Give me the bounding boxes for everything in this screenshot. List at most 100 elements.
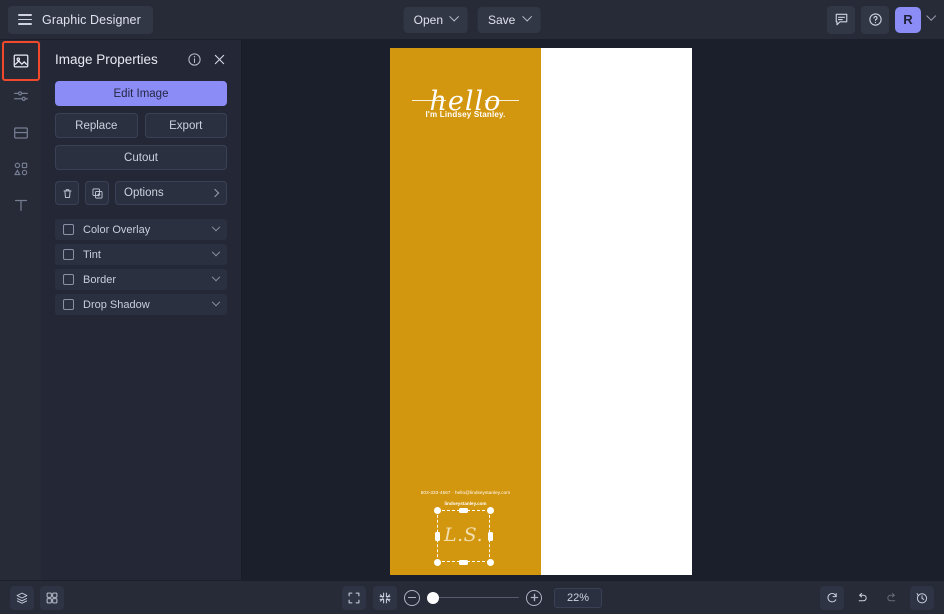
undo-button[interactable]: [850, 586, 874, 610]
options-label: Options: [124, 187, 164, 199]
refresh-button[interactable]: [820, 585, 844, 610]
history-button[interactable]: [910, 585, 934, 610]
accordion-color-overlay[interactable]: Color Overlay: [55, 219, 227, 240]
tint-checkbox[interactable]: [63, 249, 74, 260]
zoom-in-button[interactable]: [526, 589, 542, 606]
resize-handle-top-left[interactable]: [433, 506, 441, 514]
resize-handle-middle-left[interactable]: [434, 531, 440, 541]
resize-handle-bottom-right[interactable]: [486, 558, 494, 566]
app-window: Graphic Designer Open Save R Image Prope…: [0, 0, 944, 614]
open-button-label: Open: [413, 12, 443, 27]
history-controls: [820, 585, 934, 610]
document-stage: hello I'm Lindsey Stanley. 503-333-4567 …: [390, 48, 797, 575]
resize-handle-middle-right[interactable]: [487, 531, 493, 541]
canvas-area[interactable]: hello I'm Lindsey Stanley. 503-333-4567 …: [242, 40, 944, 580]
accordion-list: Color Overlay Tint Border Drop Shadow: [55, 219, 227, 315]
info-circle-icon[interactable]: [187, 52, 202, 67]
fit-to-screen-icon: [348, 592, 360, 603]
top-bar-right: R: [827, 5, 944, 34]
accordion-tint[interactable]: Tint: [55, 244, 227, 265]
zoom-out-button[interactable]: [404, 589, 420, 606]
top-bar-center: Open Save: [403, 6, 541, 33]
selected-logo-element[interactable]: L.S.: [433, 506, 494, 566]
contact-text[interactable]: 503-333-4567 · hello@lindseystanley.com: [390, 490, 541, 495]
logo-monogram-text: L.S.: [443, 523, 484, 546]
save-button[interactable]: Save: [478, 6, 541, 33]
accordion-label: Color Overlay: [83, 223, 151, 236]
sidebar-item-shapes[interactable]: [4, 154, 38, 184]
shrink-button[interactable]: [373, 585, 397, 610]
image-properties-panel: Image Properties Edit Image Replace Expo…: [41, 40, 242, 580]
resize-handle-top-center[interactable]: [459, 507, 468, 513]
duplicate-icon: [92, 188, 102, 198]
history-icon: [916, 592, 928, 603]
edit-image-button[interactable]: Edit Image: [55, 81, 227, 106]
panel-header-actions: [187, 52, 227, 67]
top-bar-left: Graphic Designer: [0, 5, 153, 34]
refresh-icon: [827, 592, 837, 602]
sidebar-item-image[interactable]: [4, 46, 38, 76]
close-x-icon[interactable]: [212, 52, 227, 67]
accordion-label: Tint: [83, 248, 101, 261]
grid-button[interactable]: [40, 585, 64, 610]
panel-title: Image Properties: [55, 52, 158, 67]
slider-track: [427, 596, 519, 599]
subtitle-text[interactable]: I'm Lindsey Stanley.: [390, 110, 541, 119]
app-menu-button[interactable]: Graphic Designer: [8, 5, 153, 34]
help-circle-icon: [868, 13, 882, 26]
slider-knob[interactable]: [427, 591, 439, 604]
page-front[interactable]: hello I'm Lindsey Stanley. 503-333-4567 …: [390, 48, 541, 575]
zoom-controls: 22%: [342, 585, 602, 610]
layers-icon: [16, 592, 28, 604]
sidebar-item-layout[interactable]: [4, 118, 38, 148]
replace-export-row: Replace Export: [55, 113, 227, 138]
account-chevron-down-icon[interactable]: [926, 11, 937, 21]
cutout-button[interactable]: Cutout: [55, 145, 227, 170]
object-tools-row: Options: [55, 181, 227, 205]
sidebar-item-text[interactable]: [4, 190, 38, 220]
main-body: Image Properties Edit Image Replace Expo…: [0, 40, 944, 580]
sliders-icon: [13, 91, 28, 101]
hamburger-icon: [18, 14, 32, 25]
chevron-right-icon: [210, 188, 220, 198]
duplicate-button[interactable]: [85, 181, 109, 205]
border-checkbox[interactable]: [63, 274, 74, 285]
options-button[interactable]: Options: [115, 181, 227, 205]
resize-handle-top-right[interactable]: [486, 506, 494, 514]
shapes-icon: [13, 162, 27, 176]
grid-icon: [46, 592, 58, 603]
chevron-down-icon[interactable]: [211, 247, 221, 256]
avatar[interactable]: R: [895, 6, 921, 33]
app-title: Graphic Designer: [42, 12, 141, 27]
chevron-down-icon: [449, 11, 460, 22]
zoom-level-value[interactable]: 22%: [554, 587, 602, 608]
undo-icon: [858, 592, 867, 601]
zoom-slider[interactable]: [427, 591, 519, 605]
help-button[interactable]: [861, 5, 889, 34]
color-overlay-checkbox[interactable]: [63, 224, 74, 235]
resize-handle-bottom-center[interactable]: [459, 559, 468, 565]
tool-rail: [0, 40, 41, 580]
export-button[interactable]: Export: [144, 113, 227, 138]
open-button[interactable]: Open: [403, 6, 468, 33]
accordion-drop-shadow[interactable]: Drop Shadow: [55, 294, 227, 315]
chevron-down-icon[interactable]: [211, 272, 221, 281]
chat-button[interactable]: [827, 5, 855, 34]
website-text[interactable]: lindseystanley.com: [390, 501, 541, 506]
layers-button[interactable]: [10, 585, 34, 610]
redo-button[interactable]: [880, 586, 904, 610]
drop-shadow-checkbox[interactable]: [63, 299, 74, 310]
trash-icon: [63, 188, 71, 198]
save-button-label: Save: [488, 12, 516, 27]
redo-icon: [887, 592, 896, 601]
chevron-down-icon[interactable]: [211, 297, 221, 306]
delete-button[interactable]: [55, 181, 79, 205]
page-back[interactable]: [541, 48, 692, 575]
sidebar-item-adjustments[interactable]: [4, 82, 38, 112]
chevron-down-icon[interactable]: [211, 222, 221, 231]
replace-button[interactable]: Replace: [55, 113, 138, 138]
fit-to-screen-button[interactable]: [342, 585, 366, 610]
accordion-border[interactable]: Border: [55, 269, 227, 290]
frame-icon: [13, 127, 28, 139]
resize-handle-bottom-left[interactable]: [433, 558, 441, 566]
